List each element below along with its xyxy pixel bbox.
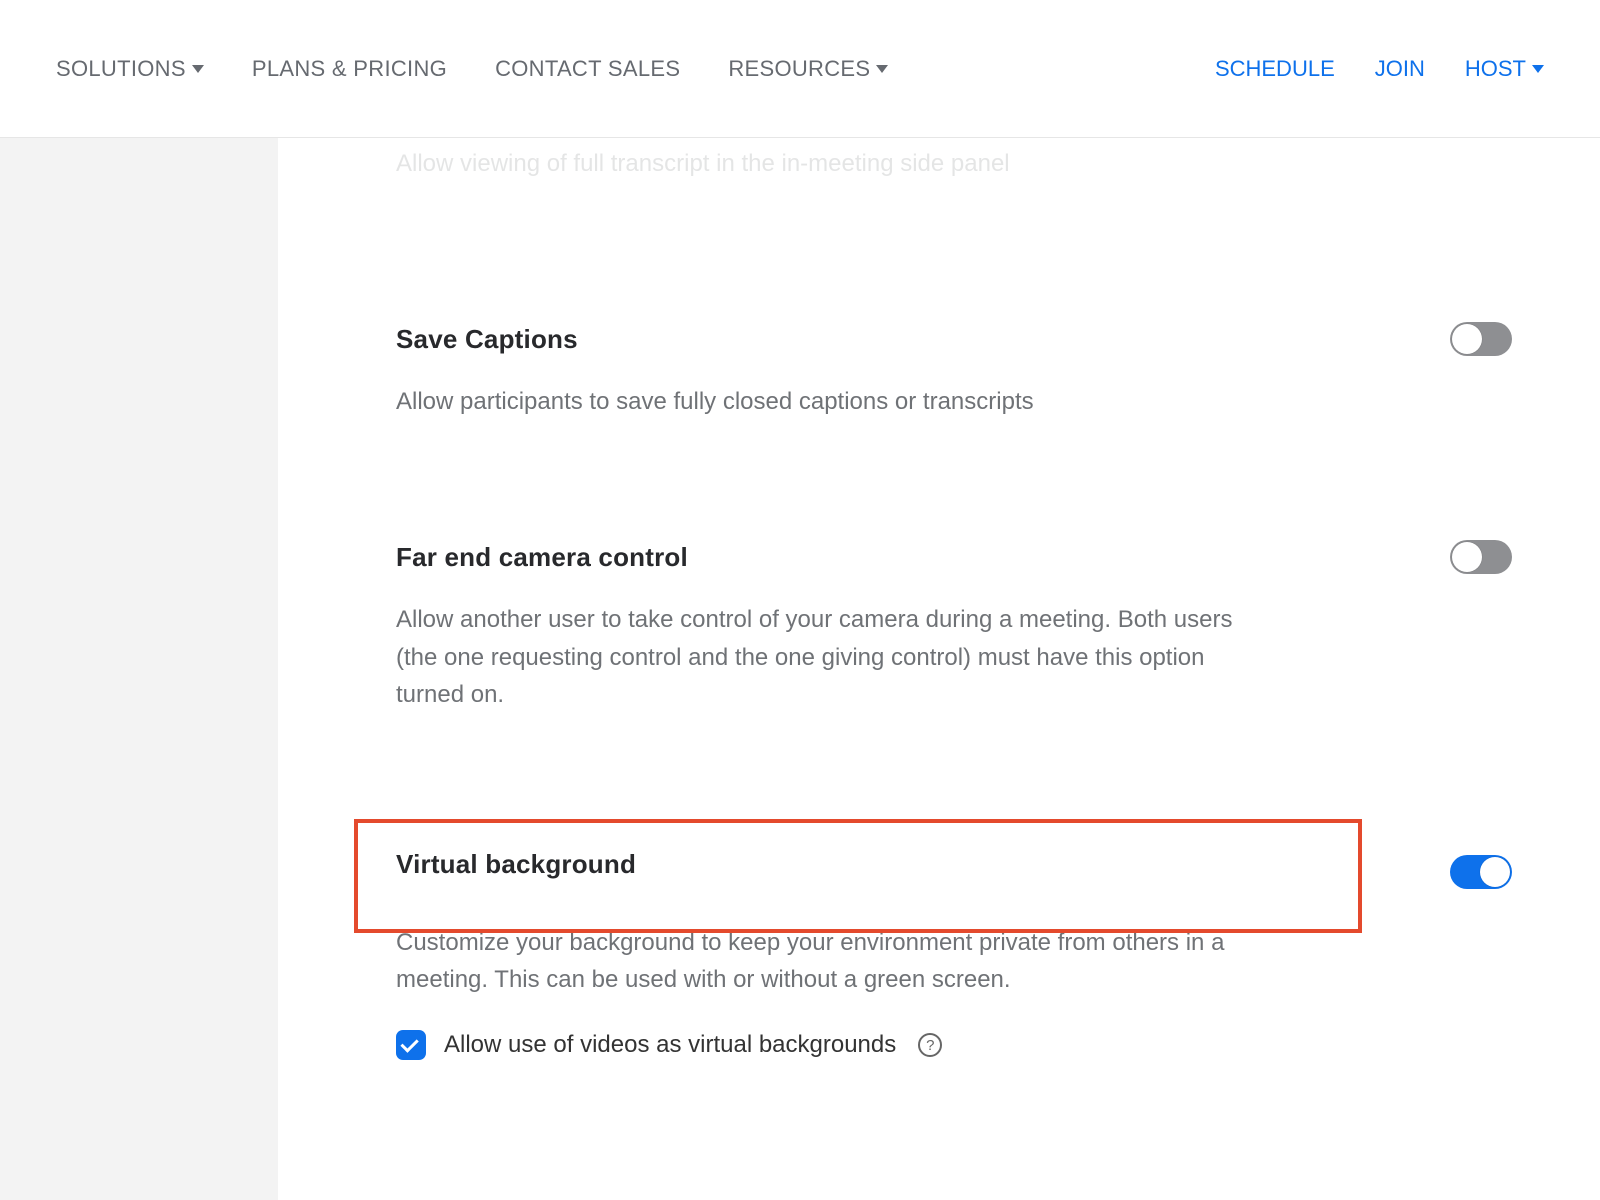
nav-label: CONTACT SALES [495,56,680,82]
help-icon[interactable]: ? [918,1033,942,1057]
setting-title: Save Captions [396,324,1540,355]
toggle-save-captions[interactable] [1450,322,1512,356]
nav-host[interactable]: HOST [1465,56,1544,82]
setting-desc: Allow another user to take control of yo… [396,601,1236,713]
setting-save-captions: Save Captions Allow participants to save… [396,226,1540,464]
toggle-far-end-camera[interactable] [1450,540,1512,574]
checkmark-icon [400,1035,418,1053]
setting-full-transcript: Full transcript Allow viewing of full tr… [396,138,1540,226]
sidebar-placeholder [0,138,278,1200]
nav-label: JOIN [1375,56,1425,82]
nav-label: PLANS & PRICING [252,56,447,82]
setting-desc: Customize your background to keep your e… [396,924,1236,998]
nav-contact-sales[interactable]: CONTACT SALES [495,56,680,82]
nav-solutions[interactable]: SOLUTIONS [56,56,204,82]
setting-title: Far end camera control [396,542,1540,573]
nav-label: SOLUTIONS [56,56,186,82]
toggle-knob [1452,324,1482,354]
chevron-down-icon [1532,65,1544,73]
nav-label: RESOURCES [728,56,870,82]
sub-option-label: Allow use of videos as virtual backgroun… [444,1031,896,1059]
nav-plans-pricing[interactable]: PLANS & PRICING [252,56,447,82]
setting-virtual-background: Virtual background Customize your backgr… [396,757,1540,1070]
nav-right-group: SCHEDULE JOIN HOST [1215,56,1544,82]
toggle-knob [1480,857,1510,887]
checkbox-allow-video-bg[interactable] [396,1030,426,1060]
settings-content: Full transcript Allow viewing of full tr… [278,138,1600,1200]
nav-resources[interactable]: RESOURCES [728,56,888,82]
chevron-down-icon [192,65,204,73]
nav-label: HOST [1465,56,1526,82]
page-body: Full transcript Allow viewing of full tr… [0,138,1600,1200]
nav-join[interactable]: JOIN [1375,56,1425,82]
nav-schedule[interactable]: SCHEDULE [1215,56,1335,82]
nav-left-group: SOLUTIONS PLANS & PRICING CONTACT SALES … [56,56,888,82]
nav-label: SCHEDULE [1215,56,1335,82]
setting-desc: Allow participants to save fully closed … [396,383,1236,420]
top-nav: SOLUTIONS PLANS & PRICING CONTACT SALES … [0,0,1600,138]
sub-option-allow-video-bg: Allow use of videos as virtual backgroun… [396,1030,1540,1060]
toggle-virtual-background[interactable] [1450,855,1512,889]
chevron-down-icon [876,65,888,73]
setting-desc: Allow viewing of full transcript in the … [396,145,1236,182]
setting-far-end-camera: Far end camera control Allow another use… [396,464,1540,757]
setting-title: Virtual background [396,849,1540,880]
toggle-knob [1452,542,1482,572]
